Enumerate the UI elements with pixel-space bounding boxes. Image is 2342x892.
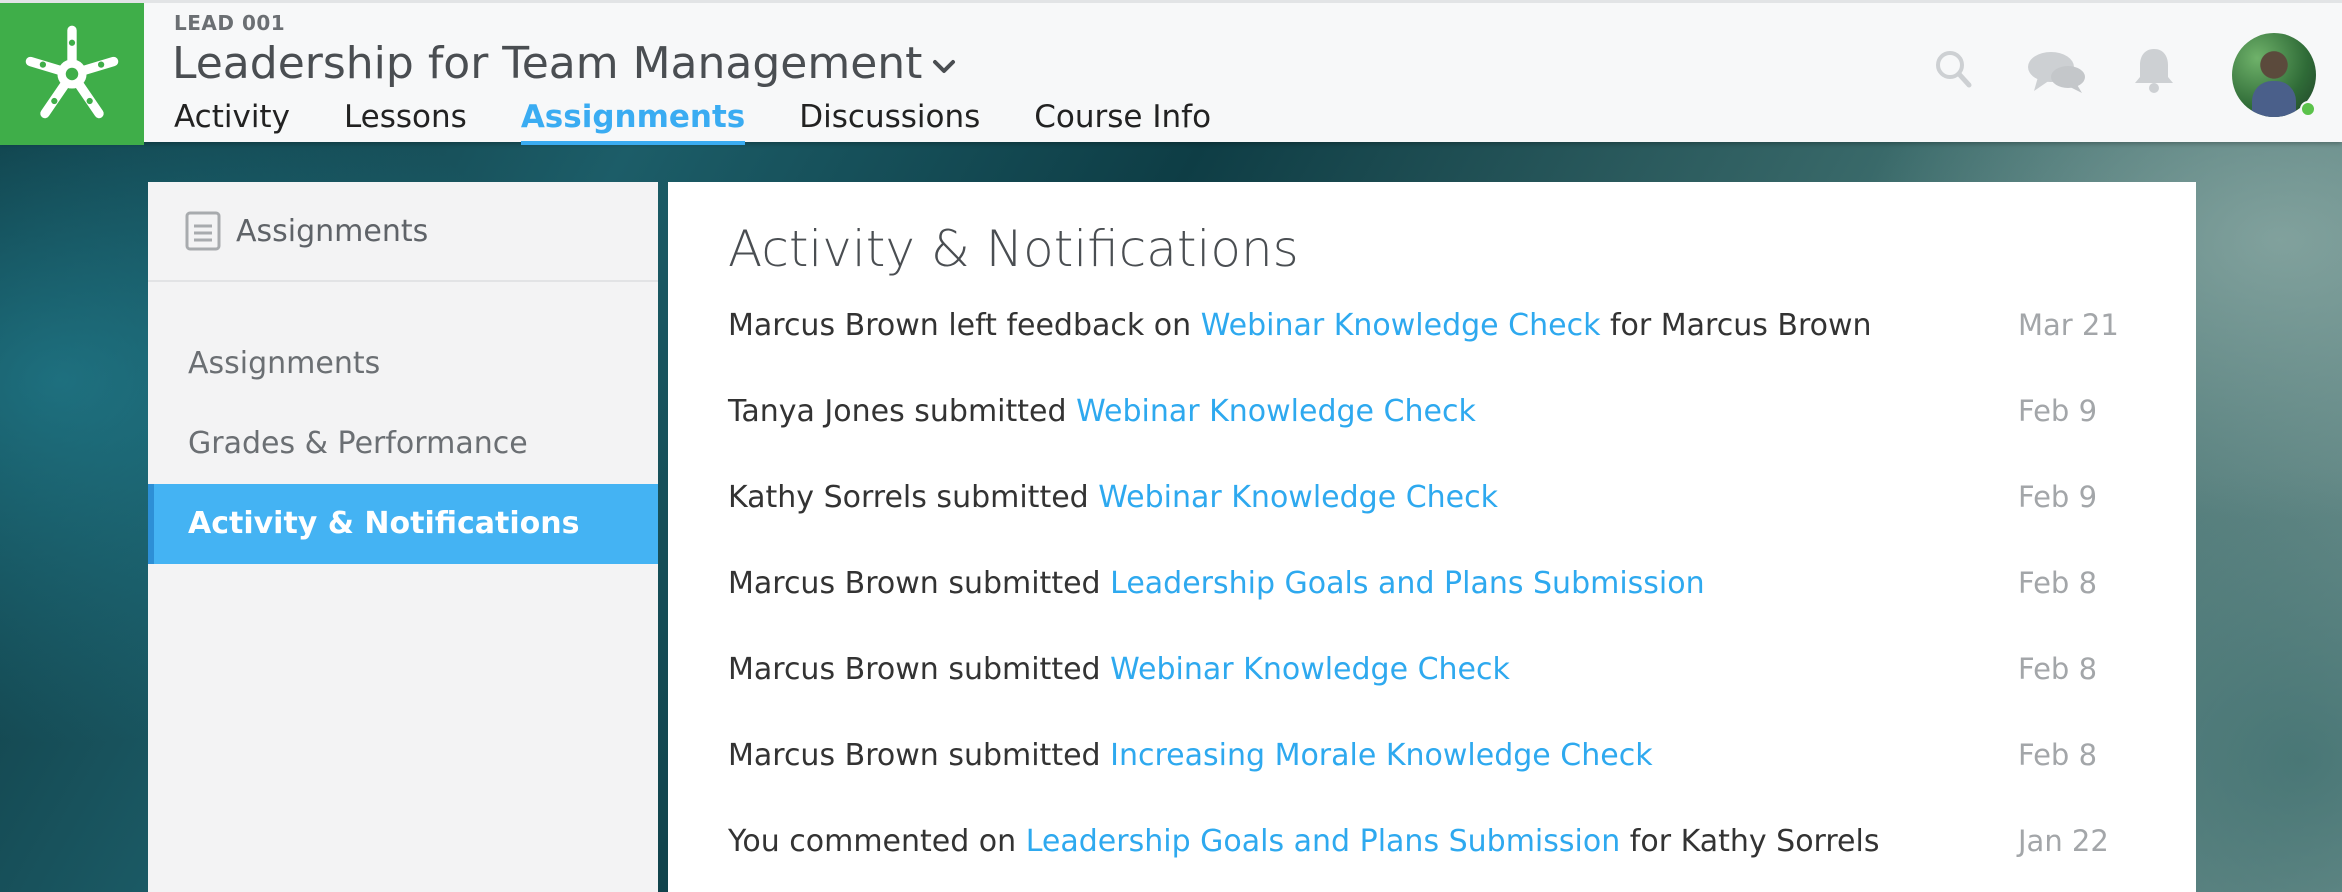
search-icon[interactable]: [1934, 47, 1974, 91]
feed-actor-text: Marcus Brown left feedback on: [728, 307, 1192, 343]
sidebar-nav: Assignments Grades & Performance Activit…: [148, 324, 658, 564]
assignment-link[interactable]: Leadership Goals and Plans Submission: [1026, 824, 1621, 859]
feed-actor-text: Marcus Brown submitted: [728, 651, 1101, 687]
course-title-dropdown[interactable]: Leadership for Team Management: [172, 33, 956, 93]
logo-icon[interactable]: [0, 3, 144, 145]
feed-text: Marcus Brown submitted Webinar Knowledge…: [728, 652, 1510, 687]
feed-suffix-text: for Kathy Sorrels: [1629, 823, 1880, 859]
assignment-link[interactable]: Leadership Goals and Plans Submission: [1110, 566, 1705, 601]
sidebar-header: Assignments: [148, 182, 658, 282]
list-item: Kathy Sorrels submitted Webinar Knowledg…: [728, 454, 2138, 540]
feed-text: Marcus Brown submitted Leadership Goals …: [728, 566, 1705, 601]
feed-actor-text: Tanya Jones submitted: [728, 393, 1067, 429]
sidebar: Assignments Assignments Grades & Perform…: [148, 182, 658, 892]
feed-actor-text: Kathy Sorrels submitted: [728, 479, 1089, 515]
feed-date: Feb 9: [2018, 480, 2098, 514]
list-item: Marcus Brown submitted Webinar Knowledge…: [728, 626, 2138, 712]
assignment-link[interactable]: Webinar Knowledge Check: [1098, 480, 1498, 515]
feed-suffix-text: for Marcus Brown: [1610, 307, 1872, 343]
assignment-link[interactable]: Webinar Knowledge Check: [1110, 652, 1510, 687]
feed-text: Marcus Brown submitted Increasing Morale…: [728, 738, 1653, 773]
course-tabs: Activity Lessons Assignments Discussions…: [174, 95, 1265, 145]
feed-text: Tanya Jones submitted Webinar Knowledge …: [728, 394, 1476, 429]
feed-actor-text: Marcus Brown submitted: [728, 737, 1101, 773]
feed-date: Feb 8: [2018, 566, 2098, 600]
chat-icon[interactable]: [2026, 49, 2088, 95]
feed-date: Mar 21: [2018, 308, 2119, 342]
list-item: Tanya Jones submitted Webinar Knowledge …: [728, 368, 2138, 454]
tab-assignments[interactable]: Assignments: [520, 95, 746, 145]
sidebar-item-grades-performance[interactable]: Grades & Performance: [148, 404, 658, 484]
feed-text: Kathy Sorrels submitted Webinar Knowledg…: [728, 480, 1498, 515]
feed-actor-text: Marcus Brown submitted: [728, 565, 1101, 601]
activity-feed: Marcus Brown left feedback on Webinar Kn…: [728, 282, 2138, 884]
top-header: LEAD 001 Leadership for Team Management …: [0, 0, 2342, 145]
feed-actor-text: You commented on: [728, 823, 1017, 859]
feed-text: Marcus Brown left feedback on Webinar Kn…: [728, 308, 1872, 343]
list-item: You commented on Leadership Goals and Pl…: [728, 798, 2138, 884]
tab-course-info[interactable]: Course Info: [1034, 95, 1211, 145]
list-item: Marcus Brown left feedback on Webinar Kn…: [728, 282, 2138, 368]
feed-date: Feb 8: [2018, 738, 2098, 772]
course-code: LEAD 001: [174, 11, 286, 35]
sidebar-heading: Assignments: [236, 213, 429, 249]
online-status-dot: [2300, 101, 2316, 117]
sidebar-item-assignments[interactable]: Assignments: [148, 324, 658, 404]
tab-lessons[interactable]: Lessons: [344, 95, 467, 145]
feed-date: Jan 22: [2018, 824, 2109, 858]
feed-date: Feb 9: [2018, 394, 2098, 428]
tab-discussions[interactable]: Discussions: [799, 95, 980, 145]
assignment-link[interactable]: Webinar Knowledge Check: [1076, 394, 1476, 429]
tab-activity[interactable]: Activity: [174, 95, 290, 145]
assignment-link[interactable]: Webinar Knowledge Check: [1201, 308, 1601, 343]
list-item: Marcus Brown submitted Increasing Morale…: [728, 712, 2138, 798]
chevron-down-icon: [933, 60, 956, 73]
page-title: Activity & Notifications: [728, 220, 1299, 278]
main-panel: Activity & Notifications Marcus Brown le…: [668, 182, 2196, 892]
sidebar-item-activity-notifications[interactable]: Activity & Notifications: [148, 484, 658, 564]
feed-date: Feb 8: [2018, 652, 2098, 686]
course-title: Leadership for Team Management: [172, 37, 923, 89]
assignment-link[interactable]: Increasing Morale Knowledge Check: [1110, 738, 1652, 773]
feed-text: You commented on Leadership Goals and Pl…: [728, 824, 1879, 859]
list-item: Marcus Brown submitted Leadership Goals …: [728, 540, 2138, 626]
document-icon: [185, 211, 221, 251]
bell-icon[interactable]: [2132, 45, 2176, 95]
